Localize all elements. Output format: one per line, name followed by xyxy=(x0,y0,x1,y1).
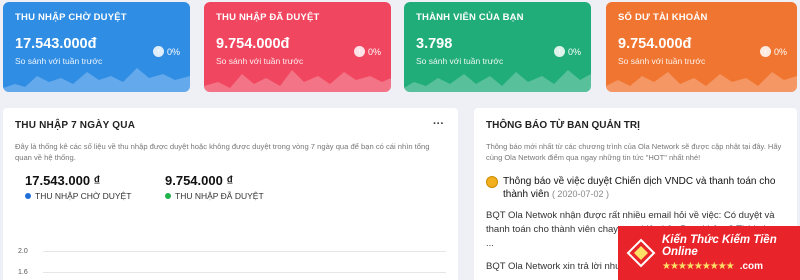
sparkline-wave xyxy=(404,70,591,92)
arrow-up-icon: ↑ xyxy=(553,46,565,57)
megaphone-icon xyxy=(486,176,498,188)
card-percent-value: 0% xyxy=(773,46,787,57)
card-title: THU NHẬP CHỜ DUYỆT xyxy=(15,12,127,23)
card-percent: ↑ 0% xyxy=(759,46,787,57)
arrow-up-icon: ↑ xyxy=(152,46,164,57)
card-percent-value: 0% xyxy=(367,46,381,57)
watermark-site: .com xyxy=(739,261,764,272)
income-7-days-panel: THU NHẬP 7 NGÀY QUA ··· Đây là thống kê … xyxy=(3,108,458,280)
rating-stars-icon: ★★★★★★★★★ xyxy=(662,261,735,272)
card-percent-value: 0% xyxy=(567,46,581,57)
stat-value: 9.754.000 ₫ xyxy=(165,173,234,188)
stat-card-balance: SỐ DƯ TÀI KHOẢN 9.754.000đ So sánh với t… xyxy=(606,2,797,92)
stat-value: 17.543.000 ₫ xyxy=(25,173,101,188)
diamond-logo-icon xyxy=(626,238,656,268)
card-percent: ↑ 0% xyxy=(553,46,581,57)
stat-pending: 17.543.000 ₫ THU NHẬP CHỜ DUYỆT xyxy=(25,173,165,201)
arrow-up-icon: ↑ xyxy=(759,46,771,57)
notice-title-text[interactable]: Thông báo về việc duyệt Chiến dịch VNDC … xyxy=(503,176,775,200)
income-stats: 17.543.000 ₫ THU NHẬP CHỜ DUYỆT 9.754.00… xyxy=(15,173,446,201)
stat-card-members: THÀNH VIÊN CỦA BẠN 3.798 So sánh với tuầ… xyxy=(404,2,591,92)
stat-label: THU NHẬP CHỜ DUYỆT xyxy=(35,191,132,201)
stat-label: THU NHẬP ĐÃ DUYỆT xyxy=(175,191,264,201)
legend-dot-icon xyxy=(25,193,31,199)
panel-title: THU NHẬP 7 NGÀY QUA xyxy=(15,120,136,131)
card-percent-value: 0% xyxy=(166,46,180,57)
y-tick-label: 1.6 xyxy=(18,269,28,276)
more-options-icon[interactable]: ··· xyxy=(433,118,444,130)
card-title: THÀNH VIÊN CỦA BẠN xyxy=(416,12,524,23)
arrow-up-icon: ↑ xyxy=(353,46,365,57)
legend-pending[interactable]: THU NHẬP CHỜ DUYỆT xyxy=(25,191,165,201)
gridline xyxy=(43,251,446,252)
sparkline-wave xyxy=(606,72,797,92)
stat-card-pending-income: THU NHẬP CHỜ DUYỆT 17.543.000đ So sánh v… xyxy=(3,2,190,92)
sparkline-wave xyxy=(204,70,391,92)
legend-dot-icon xyxy=(165,193,171,199)
card-percent: ↑ 0% xyxy=(353,46,381,57)
panel-description: Thông báo mới nhất từ các chương trình c… xyxy=(486,142,782,162)
stat-card-approved-income: THU NHẬP ĐÃ DUYỆT 9.754.000đ So sánh với… xyxy=(204,2,391,92)
card-title: THU NHẬP ĐÃ DUYỆT xyxy=(216,12,320,23)
panel-description: Đây là thống kê các số liệu về thu nhập … xyxy=(15,142,430,162)
panel-title: THÔNG BÁO TỪ BAN QUẢN TRỊ xyxy=(486,120,640,131)
legend-approved[interactable]: THU NHẬP ĐÃ DUYỆT xyxy=(165,191,305,201)
card-title: SỐ DƯ TÀI KHOẢN xyxy=(618,12,708,23)
y-tick-label: 2.0 xyxy=(18,248,28,255)
stat-approved: 9.754.000 ₫ THU NHẬP ĐÃ DUYỆT xyxy=(165,173,305,201)
site-watermark: Kiến Thức Kiếm Tiền Online ★★★★★★★★★ .co… xyxy=(618,226,800,280)
gridline xyxy=(43,272,446,273)
notice-title[interactable]: Thông báo về việc duyệt Chiến dịch VNDC … xyxy=(503,175,785,201)
card-percent: ↑ 0% xyxy=(152,46,180,57)
notice-date: ( 2020-07-02 ) xyxy=(551,189,609,199)
watermark-name: Kiến Thức Kiếm Tiền Online xyxy=(662,234,777,258)
notice-item[interactable]: Thông báo về việc duyệt Chiến dịch VNDC … xyxy=(486,175,785,201)
sparkline-wave xyxy=(3,68,190,92)
